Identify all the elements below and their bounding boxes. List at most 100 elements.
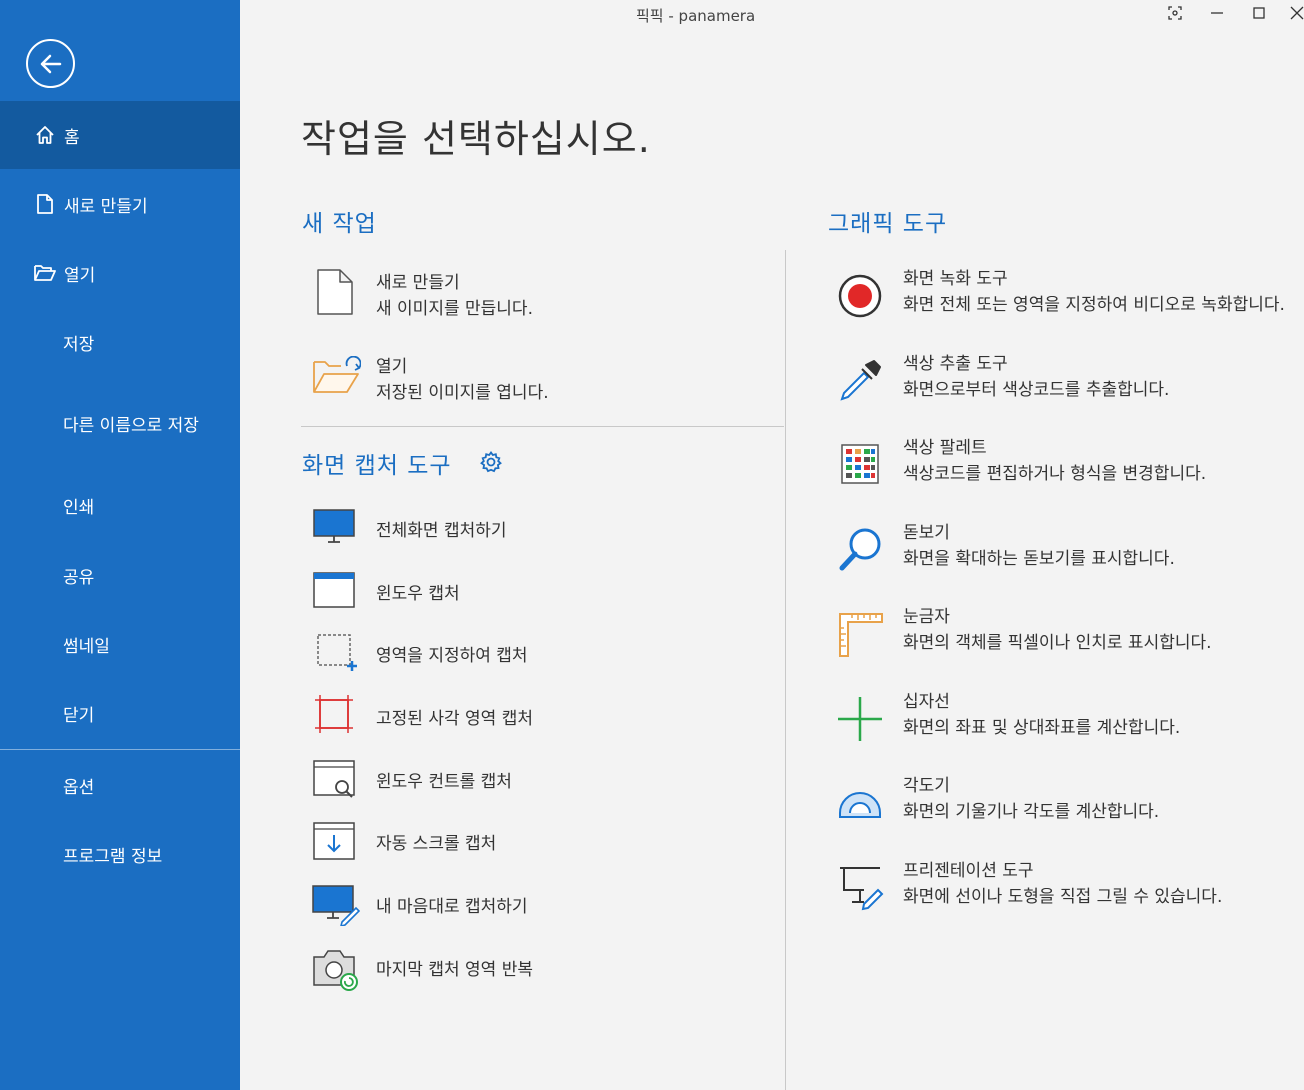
eyedropper-icon [836,357,886,407]
gear-icon [480,450,502,473]
back-button[interactable] [26,39,75,88]
task-new-image[interactable]: 새로 만들기 새 이미지를 만듭니다. [305,265,775,325]
sidebar-item-save-as[interactable]: 다른 이름으로 저장 [0,389,240,457]
task-open-image[interactable]: 열기 저장된 이미지를 엽니다. [305,349,775,409]
task-desc: 저장된 이미지를 엽니다. [376,383,549,403]
tool-protractor[interactable]: 각도기 화면의 기울기나 각도를 계산합니다. [832,771,1302,831]
tool-crosshair[interactable]: 십자선 화면의 좌표 및 상대좌표를 계산합니다. [832,687,1302,747]
sidebar-item-label: 공유 [63,567,95,588]
close-window-button[interactable] [1284,2,1304,24]
sidebar-item-label: 다른 이름으로 저장 [63,415,199,436]
magnifier-icon [836,526,886,576]
maximize-icon [1253,7,1265,19]
freehand-capture-icon [310,882,361,928]
window-icon [310,569,358,613]
tool-title: 눈금자 [903,607,950,627]
tool-title: 색상 추출 도구 [903,354,1008,374]
sidebar-item-label: 닫기 [63,705,95,726]
capture-auto-scroll[interactable]: 자동 스크롤 캡처 [305,815,775,865]
maximize-button[interactable] [1246,2,1272,24]
tool-desc: 화면에 선이나 도형을 직접 그릴 수 있습니다. [903,887,1223,907]
section-title-new-task: 새 작업 [302,211,377,237]
tool-desc: 화면의 좌표 및 상대좌표를 계산합니다. [903,718,1181,738]
sidebar-item-label: 새로 만들기 [64,196,148,217]
tool-color-palette[interactable]: 색상 팔레트 색상코드를 편집하거나 형식을 변경합니다. [832,433,1302,493]
sidebar-item-home[interactable]: 홈 [0,101,240,169]
sidebar-item-label: 저장 [63,334,95,355]
tool-desc: 화면을 확대하는 돋보기를 표시합니다. [903,549,1175,569]
capture-label: 윈도우 컨트롤 캡처 [376,772,512,792]
region-select-icon [310,631,358,675]
tool-title: 화면 녹화 도구 [903,269,1008,289]
ruler-icon [836,610,886,660]
capture-region[interactable]: 영역을 지정하여 캡처 [305,627,775,677]
task-desc: 새 이미지를 만듭니다. [376,299,533,319]
tool-title: 십자선 [903,692,950,712]
section-divider [301,426,784,427]
sidebar-item-print[interactable]: 인쇄 [0,471,240,539]
minimize-icon [1211,12,1223,14]
window-title: 픽픽 - panamera [636,7,756,25]
home-icon [34,124,56,146]
column-divider [785,250,786,1090]
blank-document-icon [315,268,355,320]
crosshair-icon [836,695,886,745]
new-file-icon [34,193,56,215]
task-title: 열기 [376,357,408,377]
tool-color-picker[interactable]: 색상 추출 도구 화면으로부터 색상코드를 추출합니다. [832,349,1302,409]
capture-repeat-last[interactable]: 마지막 캡처 영역 반복 [305,941,775,991]
capture-label: 윈도우 캡처 [376,584,460,604]
task-title: 새로 만들기 [376,273,460,293]
sidebar-item-label: 열기 [64,265,96,286]
open-folder-icon [34,262,56,284]
sidebar-item-label: 옵션 [63,777,95,798]
sidebar-item-options[interactable]: 옵션 [0,751,240,819]
fixed-rect-icon [310,694,358,738]
capture-window[interactable]: 윈도우 캡처 [305,565,775,615]
capture-fullscreen[interactable]: 전체화면 캡처하기 [305,502,775,552]
capture-window-button[interactable] [1162,2,1188,24]
page-title: 작업을 선택하십시오. [301,117,651,161]
sidebar-item-label: 홈 [64,127,80,148]
tool-ruler[interactable]: 눈금자 화면의 객체를 픽셀이나 인치로 표시합니다. [832,602,1302,662]
sidebar-item-close[interactable]: 닫기 [0,679,240,747]
scroll-capture-icon [310,819,358,863]
capture-fixed-rect[interactable]: 고정된 사각 영역 캡처 [305,690,775,740]
open-folder-refresh-icon [311,355,362,400]
repeat-capture-icon [310,945,358,991]
tool-title: 각도기 [903,776,950,796]
window-control-icon [310,757,358,801]
tool-desc: 화면의 객체를 픽셀이나 인치로 표시합니다. [903,633,1212,653]
sidebar-item-about[interactable]: 프로그램 정보 [0,820,240,888]
arrow-left-icon [40,54,61,73]
sidebar-item-label: 프로그램 정보 [63,846,163,867]
capture-label: 내 마음대로 캡처하기 [376,897,528,917]
title-bar: 픽픽 - panamera [240,0,1304,30]
sidebar-item-new[interactable]: 새로 만들기 [0,170,240,238]
protractor-icon [836,779,886,829]
tool-magnifier[interactable]: 돋보기 화면을 확대하는 돋보기를 표시합니다. [832,518,1302,578]
capture-freehand[interactable]: 내 마음대로 캡처하기 [305,878,775,928]
sidebar-item-thumbnail[interactable]: 썸네일 [0,610,240,678]
capture-settings-button[interactable] [479,450,503,474]
tool-presentation[interactable]: 프리젠테이션 도구 화면에 선이나 도형을 직접 그릴 수 있습니다. [832,856,1302,916]
palette-icon [836,441,886,491]
tool-title: 돋보기 [903,523,950,543]
capture-label: 마지막 캡처 영역 반복 [376,960,533,980]
sidebar-item-share[interactable]: 공유 [0,541,240,609]
capture-label: 자동 스크롤 캡처 [376,834,497,854]
close-icon [1290,6,1304,20]
tool-title: 색상 팔레트 [903,438,987,458]
sidebar-divider [0,749,240,750]
capture-label: 영역을 지정하여 캡처 [376,646,528,666]
capture-window-control[interactable]: 윈도우 컨트롤 캡처 [305,753,775,803]
sidebar-item-open[interactable]: 열기 [0,239,240,307]
tool-screen-record[interactable]: 화면 녹화 도구 화면 전체 또는 영역을 지정하여 비디오로 녹화합니다. [832,264,1302,324]
tool-desc: 화면 전체 또는 영역을 지정하여 비디오로 녹화합니다. [903,295,1285,315]
section-title-graphics: 그래픽 도구 [828,211,948,237]
presentation-icon [836,864,886,914]
minimize-button[interactable] [1204,2,1230,24]
sidebar-item-save[interactable]: 저장 [0,308,240,376]
focus-frame-icon [1168,6,1182,20]
tool-desc: 색상코드를 편집하거나 형식을 변경합니다. [903,464,1207,484]
